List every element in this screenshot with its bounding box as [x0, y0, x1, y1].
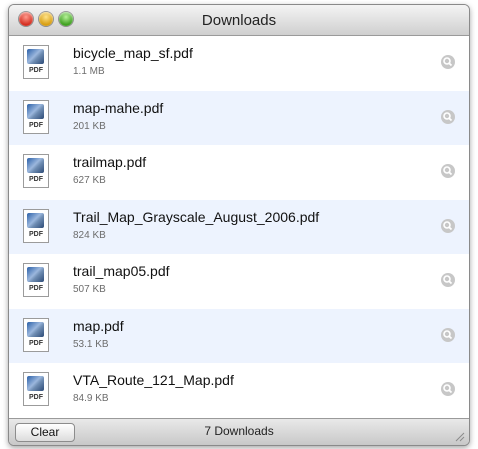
pdf-file-icon: PDF — [23, 45, 49, 79]
window-title: Downloads — [201, 12, 277, 29]
file-name: map.pdf — [73, 317, 124, 334]
pdf-file-icon: PDF — [23, 372, 49, 406]
file-size: 1.1 MB — [73, 66, 105, 77]
reveal-in-finder-icon[interactable] — [441, 55, 455, 69]
list-item[interactable]: PDF map-mahe.pdf 201 KB — [9, 90, 469, 145]
file-name: trail_map05.pdf — [73, 263, 170, 279]
reveal-in-finder-icon[interactable] — [441, 164, 455, 178]
file-name: VTA_Route_121_Map.pdf — [73, 372, 234, 388]
pdf-file-icon: PDF — [23, 263, 49, 297]
pdf-file-icon: PDF — [23, 154, 49, 188]
list-item[interactable]: PDF trail_map05.pdf 507 KB — [9, 254, 469, 309]
pdf-file-icon: PDF — [23, 208, 49, 243]
file-size: 53.1 KB — [73, 338, 109, 350]
file-size: 507 KB — [73, 284, 106, 295]
reveal-in-finder-icon[interactable] — [441, 273, 455, 287]
file-size: 627 KB — [73, 175, 106, 186]
file-name: bicycle_map_sf.pdf — [73, 45, 193, 61]
downloads-list: PDF bicycle_map_sf.pdf 1.1 MB PDF map-ma… — [9, 36, 469, 418]
list-item[interactable]: PDF trailmap.pdf 627 KB — [9, 145, 469, 200]
file-name: map-mahe.pdf — [73, 99, 164, 116]
list-item[interactable]: PDF bicycle_map_sf.pdf 1.1 MB — [9, 36, 469, 91]
file-name: Trail_Map_Grayscale_August_2006.pdf — [73, 208, 320, 225]
list-item[interactable]: PDF VTA_Route_121_Map.pdf 84.9 KB — [9, 363, 469, 418]
file-size: 201 KB — [73, 120, 106, 132]
list-item[interactable]: PDF Trail_Map_Grayscale_August_2006.pdf … — [9, 199, 469, 254]
reveal-in-finder-icon[interactable] — [441, 109, 455, 124]
list-item[interactable]: PDF map.pdf 53.1 KB — [9, 308, 469, 363]
title-bar[interactable]: Downloads — [9, 5, 469, 36]
downloads-count: 7 Downloads — [204, 424, 274, 438]
file-size: 84.9 KB — [73, 393, 109, 404]
resize-grip-icon[interactable] — [453, 430, 465, 442]
reveal-in-finder-icon[interactable] — [441, 382, 455, 396]
downloads-window: Downloads PDF bicycle_map_sf.pdf 1.1 MB … — [8, 4, 470, 446]
reveal-in-finder-icon[interactable] — [441, 327, 455, 342]
bottom-bar: Clear 7 Downloads — [9, 418, 469, 445]
pdf-file-icon: PDF — [23, 317, 49, 352]
file-name: trailmap.pdf — [73, 154, 147, 170]
reveal-in-finder-icon[interactable] — [441, 218, 455, 233]
pdf-file-icon: PDF — [23, 99, 49, 134]
file-size: 824 KB — [73, 229, 106, 241]
